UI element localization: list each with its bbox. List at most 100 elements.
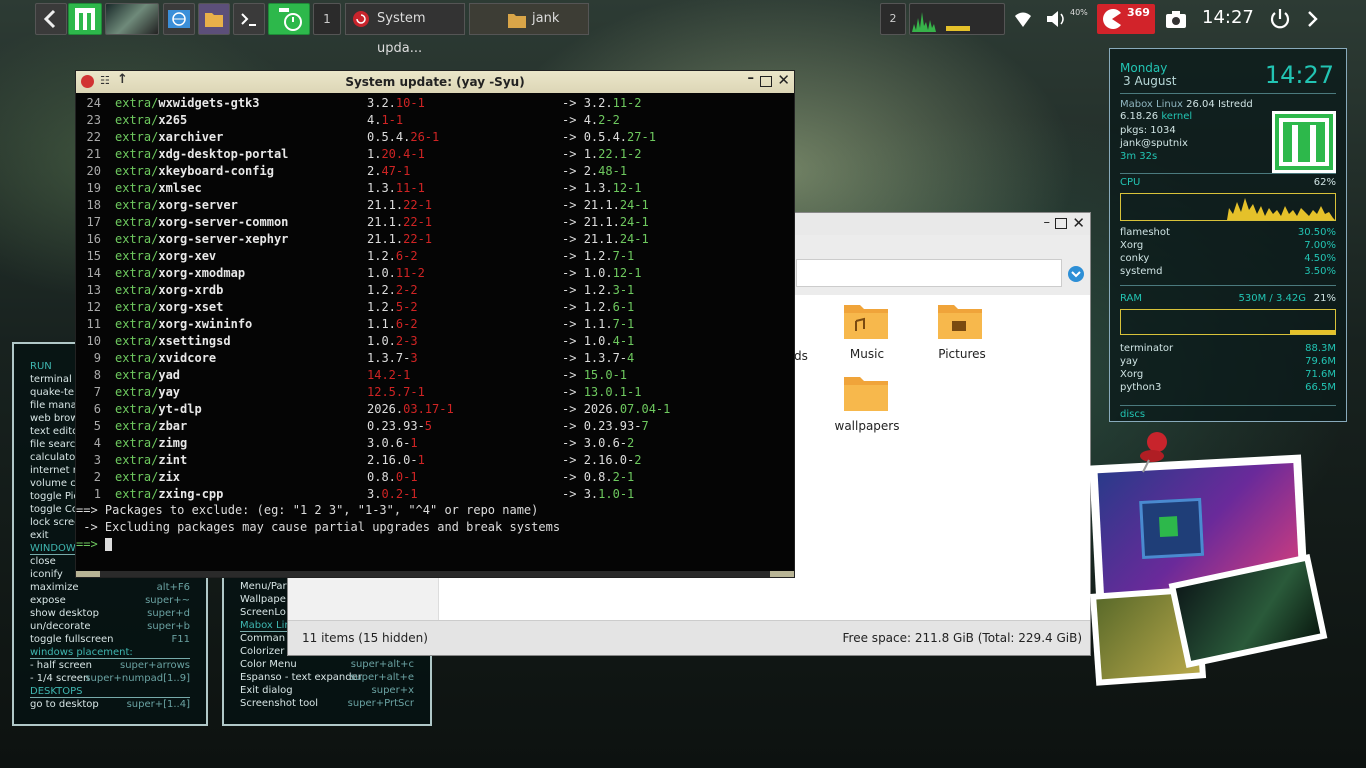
terminal-scrollbar[interactable] bbox=[76, 571, 794, 577]
ram-fill-bar bbox=[1290, 330, 1335, 334]
version-changed: 3 bbox=[410, 351, 418, 365]
input-line[interactable]: ==> bbox=[76, 537, 112, 551]
files-launcher[interactable] bbox=[198, 3, 230, 35]
power-button[interactable] bbox=[1267, 6, 1293, 32]
package-index: 8 bbox=[93, 368, 101, 382]
minimize-icon[interactable]: – bbox=[748, 71, 755, 86]
scroll-right-handle[interactable] bbox=[770, 571, 794, 577]
package-new-version: -> 1.2.7-1 bbox=[562, 248, 634, 265]
wifi-icon bbox=[1015, 12, 1031, 27]
package-new-version: -> 1.0.4-1 bbox=[562, 333, 634, 350]
version-base: 21.1. bbox=[583, 198, 620, 212]
divider bbox=[1120, 285, 1336, 286]
package-old-version: 1.0.11-2 bbox=[367, 265, 425, 282]
package-name: zint bbox=[158, 453, 188, 467]
package-name: xorg-xwininfo bbox=[158, 317, 253, 331]
close-icon[interactable]: ✕ bbox=[1072, 214, 1085, 232]
panel-clock[interactable]: 14:27 bbox=[1202, 7, 1254, 28]
maximize-icon[interactable] bbox=[760, 76, 772, 87]
workspace-indicator[interactable]: 1 bbox=[313, 3, 341, 35]
package-old-version: 1.3.7-3 bbox=[367, 350, 418, 367]
package-new-version: -> 21.1.24-1 bbox=[562, 197, 649, 214]
package-old-version: 2.16.0-1 bbox=[367, 452, 425, 469]
terminal-output[interactable]: 24 extra/wxwidgets-gtk3 3.2.10-1 -> 3.2.11-… bbox=[76, 95, 794, 571]
package-old-version: 1.2.2-2 bbox=[367, 282, 418, 299]
volume-button[interactable]: 40% bbox=[1044, 4, 1094, 34]
download-icon[interactable] bbox=[1067, 265, 1085, 283]
package-new-version: -> 1.2.6-1 bbox=[562, 299, 634, 316]
package-repo: extra/ bbox=[115, 283, 159, 297]
help-action: - half screen bbox=[30, 660, 92, 671]
package-row: 7 extra/yay 12.5.7-1 -> 13.0.1-1 bbox=[76, 384, 794, 401]
fm-location-bar[interactable] bbox=[796, 259, 1062, 287]
package-id: extra/xorg-server-common bbox=[115, 214, 288, 231]
package-name: xorg-server-common bbox=[158, 215, 289, 229]
minimize-icon[interactable]: – bbox=[1044, 215, 1051, 230]
package-new-version: -> 1.2.3-1 bbox=[562, 282, 634, 299]
version-base: 2.16.0- bbox=[367, 453, 418, 467]
package-index: 13 bbox=[86, 283, 101, 297]
arrow: -> bbox=[562, 113, 577, 127]
package-old-version: 12.5.7-1 bbox=[367, 384, 425, 401]
package-row: 3 extra/zint 2.16.0-1 -> 2.16.0-2 bbox=[76, 452, 794, 469]
version-changed: 12-1 bbox=[612, 266, 642, 280]
conky-day: Monday bbox=[1120, 61, 1168, 75]
package-old-version: 14.2-1 bbox=[367, 367, 410, 384]
terminal-titlebar[interactable]: ☷ ↑ System update: (yay -Syu) – ✕ bbox=[76, 71, 794, 93]
scroll-left-handle[interactable] bbox=[76, 571, 100, 577]
task-system-update[interactable]: System upda... bbox=[345, 3, 465, 56]
process-value: 66.5M bbox=[1305, 382, 1336, 393]
arrow: -> bbox=[562, 198, 577, 212]
terminal-launcher[interactable] bbox=[233, 3, 265, 35]
screenshot-button[interactable] bbox=[1162, 6, 1190, 32]
maximize-icon[interactable] bbox=[1055, 218, 1067, 229]
back-button[interactable] bbox=[35, 3, 67, 35]
arrow: -> bbox=[562, 453, 577, 467]
package-old-version: 1.2.6-2 bbox=[367, 248, 418, 265]
close-icon[interactable]: ✕ bbox=[777, 71, 790, 89]
clock-app-launcher[interactable] bbox=[268, 3, 310, 35]
version-base: 1.0. bbox=[367, 334, 396, 348]
package-id: extra/x265 bbox=[115, 112, 187, 129]
mabox-logo-icon bbox=[1159, 516, 1179, 538]
help-key: super+alt+e bbox=[350, 672, 414, 683]
arrow: -> bbox=[562, 147, 577, 161]
arrow: -> bbox=[562, 232, 577, 246]
panel-expand-button[interactable] bbox=[1302, 6, 1324, 32]
package-name: wxwidgets-gtk3 bbox=[158, 96, 260, 110]
folder-label: Music bbox=[849, 347, 885, 361]
package-row: 11 extra/xorg-xwininfo 1.1.6-2 -> 1.1.7-1 bbox=[76, 316, 794, 333]
package-id: extra/xmlsec bbox=[115, 180, 202, 197]
pacman-update-icon bbox=[1103, 9, 1121, 30]
browser-launcher[interactable] bbox=[163, 3, 195, 35]
task-jank-folder[interactable]: jank bbox=[469, 3, 589, 35]
menu-button[interactable] bbox=[68, 3, 102, 35]
system-monitor[interactable] bbox=[909, 3, 1005, 35]
package-old-version: 0.5.4.26-1 bbox=[367, 129, 439, 146]
package-repo: extra/ bbox=[115, 453, 159, 467]
help-action: Screenshot tool bbox=[240, 698, 319, 709]
terminal-window[interactable]: ☷ ↑ System update: (yay -Syu) – ✕ 24 extr… bbox=[75, 70, 795, 578]
process-row: systemd 3.50% bbox=[1120, 266, 1336, 278]
package-repo: extra/ bbox=[115, 198, 159, 212]
help-action: web brow bbox=[30, 413, 79, 424]
help-action: Colorizer bbox=[240, 646, 285, 657]
divider bbox=[1120, 93, 1336, 94]
wifi-button[interactable] bbox=[1010, 6, 1036, 32]
arrow: -> bbox=[562, 249, 577, 263]
package-name: xorg-xev bbox=[158, 249, 217, 263]
package-id: extra/xorg-xev bbox=[115, 248, 216, 265]
help-row: Exit dialog super+x bbox=[240, 684, 414, 697]
package-id: extra/wxwidgets-gtk3 bbox=[115, 95, 260, 112]
package-repo: extra/ bbox=[115, 402, 159, 416]
version-base: 3. bbox=[367, 487, 382, 501]
cpu-graph-icon bbox=[912, 12, 970, 32]
process-value: 79.6M bbox=[1305, 356, 1336, 367]
process-name: Xorg bbox=[1120, 240, 1144, 251]
updates-notifier[interactable]: 369 bbox=[1097, 4, 1155, 34]
wallpaper-button[interactable] bbox=[105, 3, 159, 35]
package-index: 24 bbox=[86, 96, 101, 110]
package-old-version: 1.0.2-3 bbox=[367, 333, 418, 350]
package-repo: extra/ bbox=[115, 385, 159, 399]
help-action: Mabox Lin bbox=[240, 620, 291, 631]
